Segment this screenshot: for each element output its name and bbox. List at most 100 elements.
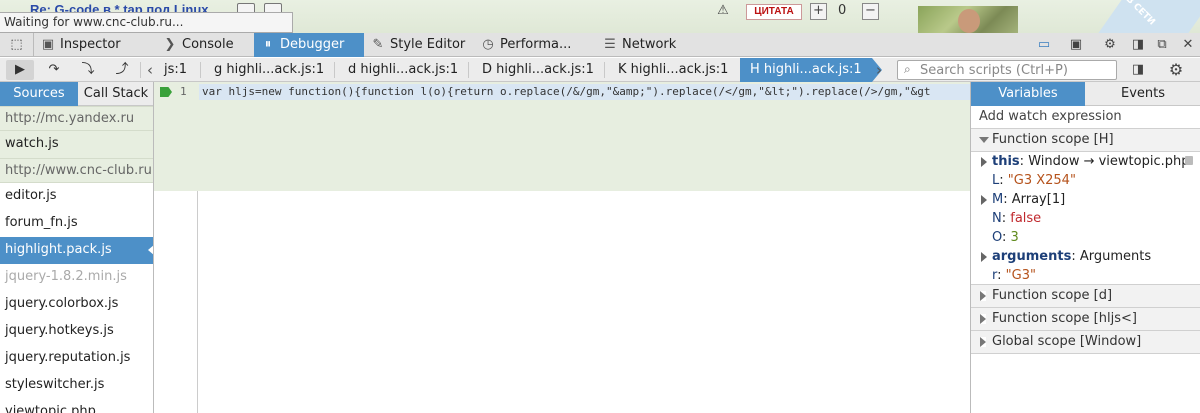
vote-count: 0: [838, 3, 847, 18]
element-picker-button[interactable]: ⬚: [0, 33, 34, 57]
breadcrumb-frame-selected[interactable]: H highli...ack.js:1: [740, 58, 882, 82]
source-file-item[interactable]: jquery.hotkeys.js: [0, 318, 153, 345]
source-file-item-selected[interactable]: highlight.pack.js: [0, 237, 153, 264]
scope-header[interactable]: Function scope [d]: [971, 285, 1200, 308]
breadcrumb-back-icon[interactable]: ‹: [147, 58, 153, 82]
vote-down-button[interactable]: −: [862, 3, 879, 20]
toolbar-separator: [200, 62, 201, 78]
quote-button[interactable]: ЦИТАТА: [746, 4, 802, 20]
collapsed-triangle-icon: [980, 291, 986, 301]
tab-style-editor[interactable]: ✎ Style Editor: [364, 33, 472, 57]
debugger-options-icon[interactable]: ⚙: [1168, 62, 1184, 78]
source-list: http://mc.yandex.ru watch.js http://www.…: [0, 106, 153, 413]
vote-up-button[interactable]: +: [810, 3, 827, 20]
scope-label: Global scope [Window]: [992, 334, 1142, 349]
variable-colon: :: [1003, 192, 1012, 207]
source-file-item[interactable]: watch.js: [0, 131, 153, 158]
tab-console[interactable]: ❯ Console: [156, 33, 252, 57]
resume-button[interactable]: ▶: [6, 60, 34, 80]
variable-name: M: [992, 192, 1004, 207]
source-file-item[interactable]: viewtopic.php: [0, 399, 153, 413]
debugger-icon: ⏸: [264, 37, 272, 52]
collapsed-triangle-icon: [980, 314, 986, 324]
scope-header[interactable]: Global scope [Window]: [971, 331, 1200, 354]
variable-value: false: [1010, 211, 1042, 226]
variable-name: N: [992, 211, 1002, 226]
tab-label: Performa...: [500, 37, 572, 52]
variable-row[interactable]: N: false: [971, 209, 1200, 228]
step-over-button[interactable]: ↷: [40, 60, 68, 80]
lock-icon: [1185, 156, 1193, 165]
variable-row[interactable]: arguments: Arguments: [971, 247, 1200, 266]
style-editor-icon: ✎: [372, 37, 384, 52]
variable-row[interactable]: r: "G3": [971, 266, 1200, 285]
collapsed-triangle-icon[interactable]: [981, 252, 987, 262]
warning-icon[interactable]: ⚠: [714, 3, 732, 19]
settings-icon[interactable]: ⚙: [1102, 37, 1118, 53]
script-search-input[interactable]: [920, 62, 1112, 78]
breadcrumb-frame[interactable]: d highli...ack.js:1: [348, 58, 458, 82]
tab-inspector[interactable]: ▣ Inspector: [34, 33, 144, 57]
toolbar-separator: [468, 62, 469, 78]
expanded-triangle-icon: [979, 137, 989, 143]
tab-events[interactable]: Events: [1085, 82, 1200, 106]
search-icon: ⌕: [904, 62, 911, 76]
tab-debugger[interactable]: ⏸ Debugger: [254, 33, 364, 57]
avatar-face: [958, 9, 980, 33]
screenshot-icon[interactable]: ▣: [1068, 37, 1084, 53]
step-out-button[interactable]: ⤴: [108, 60, 136, 80]
scope-header[interactable]: Function scope [hljs<]: [971, 308, 1200, 331]
tab-network[interactable]: ☰ Network: [596, 33, 692, 57]
variable-name: this: [992, 154, 1020, 169]
network-icon: ☰: [604, 37, 616, 52]
add-watch-expression[interactable]: Add watch expression: [971, 106, 1200, 129]
source-file-item[interactable]: jquery.reputation.js: [0, 345, 153, 372]
tab-call-stack[interactable]: Call Stack: [78, 82, 153, 106]
variable-row[interactable]: L: "G3 X254": [971, 171, 1200, 190]
tab-label: Debugger: [280, 37, 345, 52]
editor-gutter[interactable]: 1: [154, 82, 198, 413]
variable-colon: :: [1001, 211, 1011, 226]
source-file-item[interactable]: forum_fn.js: [0, 210, 153, 237]
step-in-button[interactable]: ⤵: [74, 60, 102, 80]
scope-header[interactable]: Function scope [H]: [971, 129, 1200, 152]
variable-row[interactable]: M: Array[1]: [971, 190, 1200, 209]
console-icon: ❯: [164, 37, 176, 52]
breadcrumb-frame[interactable]: D highli...ack.js:1: [482, 58, 594, 82]
toggle-panes-icon[interactable]: ◨: [1130, 62, 1146, 78]
tab-label: Inspector: [60, 37, 121, 52]
code-line-current[interactable]: var hljs=new function(){function l(o){re…: [199, 84, 970, 100]
tab-variables[interactable]: Variables: [971, 82, 1085, 106]
variable-value: "G3": [1005, 268, 1036, 283]
source-file-item-blackboxed[interactable]: jquery-1.8.2.min.js: [0, 264, 153, 291]
inspector-icon: ▣: [41, 37, 55, 52]
collapsed-triangle-icon[interactable]: [981, 195, 987, 205]
variable-row[interactable]: O: 3: [971, 228, 1200, 247]
variable-colon: :: [1002, 230, 1011, 245]
scope-label: Function scope [hljs<]: [992, 311, 1137, 326]
line-number[interactable]: 1: [180, 85, 187, 98]
breadcrumb-frame[interactable]: js:1: [164, 58, 187, 82]
separate-window-icon[interactable]: ⧉: [1154, 37, 1170, 53]
responsive-mode-icon[interactable]: ▭: [1036, 37, 1052, 53]
scope-label: Function scope [H]: [992, 132, 1114, 147]
source-editor[interactable]: 1 var hljs=new function(){function l(o){…: [154, 82, 970, 413]
close-icon[interactable]: ✕: [1180, 37, 1196, 53]
breadcrumb-forward-icon[interactable]: ›: [876, 58, 882, 82]
variable-name: O: [992, 230, 1003, 245]
gutter-overlay: [154, 82, 198, 191]
breadcrumb-frame[interactable]: K highli...ack.js:1: [618, 58, 728, 82]
source-file-item[interactable]: jquery.colorbox.js: [0, 291, 153, 318]
collapsed-triangle-icon[interactable]: [981, 157, 987, 167]
dock-side-icon[interactable]: ◨: [1130, 37, 1146, 53]
variable-value: 3: [1010, 230, 1019, 245]
source-file-item[interactable]: styleswitcher.js: [0, 372, 153, 399]
variable-row[interactable]: this: Window → viewtopic.php: [971, 152, 1200, 171]
tab-performance[interactable]: ◷ Performa...: [474, 33, 584, 57]
breadcrumb-frame[interactable]: g highli...ack.js:1: [214, 58, 324, 82]
source-file-item[interactable]: editor.js: [0, 183, 153, 210]
script-search-box[interactable]: ⌕: [897, 60, 1117, 80]
page-top-strip: В СЕТИ Re: G-code в * tap под Linux ⚠ ЦИ…: [0, 0, 1200, 33]
tab-sources[interactable]: Sources: [0, 82, 78, 106]
debugger-toolbar: ▶ ↷ ⤵ ⤴ ‹ js:1 g highli...ack.js:1 d hig…: [0, 58, 1200, 82]
